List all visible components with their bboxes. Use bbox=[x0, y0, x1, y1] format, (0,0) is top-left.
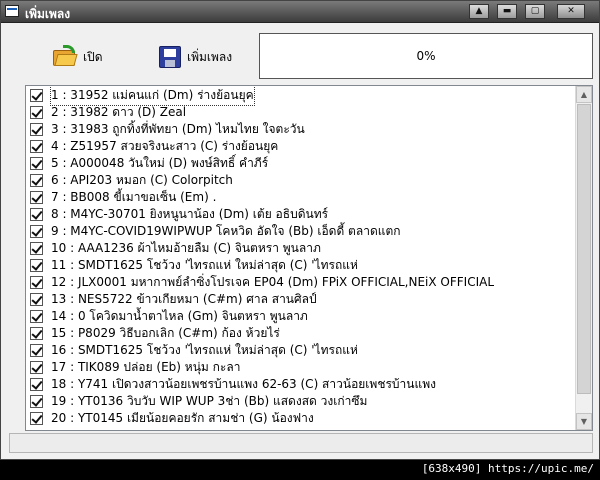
song-checkbox[interactable] bbox=[30, 259, 43, 272]
song-row[interactable]: 15 : P8029 วิธีบอกเลิก (C#m) ก้อง ห้วยไร… bbox=[26, 325, 575, 342]
song-row[interactable]: 5 : A000048 วันใหม่ (D) พงษ์สิทธิ์ คำภีร… bbox=[26, 155, 575, 172]
song-row[interactable]: 4 : Z51957 สวยจริงนะสาว (C) ร่างย้อนยุค bbox=[26, 138, 575, 155]
song-row[interactable]: 11 : SMDT1625 โชว้วง 'ไทรถแห่ ใหม่ล่าสุด… bbox=[26, 257, 575, 274]
floppy-disk-icon bbox=[159, 46, 181, 68]
song-checkbox[interactable] bbox=[30, 378, 43, 391]
add-songs-window: เพิ่มเพลง ▲ ▬ ▢ ✕ เปิด เพิ่มเพลง 0% 1 : … bbox=[0, 0, 600, 460]
song-row[interactable]: 1 : 31952 แม่คนแก่ (Dm) ร่างย้อนยุค bbox=[26, 86, 575, 106]
song-checkbox[interactable] bbox=[30, 191, 43, 204]
song-checkbox[interactable] bbox=[30, 412, 43, 425]
song-row[interactable]: 18 : Y741 เปิดวงสาวน้อยเพชรบ้านแพง 62-63… bbox=[26, 376, 575, 393]
song-row[interactable]: 19 : YT0136 วิบวับ WIP WUP 3ช่า (Bb) แสด… bbox=[26, 393, 575, 410]
song-row[interactable]: 12 : JLX0001 มหากาพย์ลำซิ่งโปรเจค EP04 (… bbox=[26, 274, 575, 291]
song-row[interactable]: 7 : BB008 ขี้เมาขอเซ็น (Em) . bbox=[26, 189, 575, 206]
song-row[interactable]: 20 : YT0145 เมียน้อยคอยรัก สามช่า (G) น้… bbox=[26, 410, 575, 427]
app-icon bbox=[5, 5, 19, 17]
progress-text: 0% bbox=[416, 49, 436, 63]
song-checklist[interactable]: 1 : 31952 แม่คนแก่ (Dm) ร่างย้อนยุค 2 : 3… bbox=[25, 85, 593, 431]
song-row[interactable]: 9 : M4YC-COVID19WIPWUP โคหวิด อัดใจ (Bb)… bbox=[26, 223, 575, 240]
song-row[interactable]: 10 : AAA1236 ผ้าไหมอ้ายลืม (C) จินตหรา พ… bbox=[26, 240, 575, 257]
song-row[interactable]: 16 : SMDT1625 โชว้วง 'ไทรถแห่ ใหม่ล่าสุด… bbox=[26, 342, 575, 359]
add-songs-button-label: เพิ่มเพลง bbox=[187, 49, 233, 64]
song-checkbox[interactable] bbox=[30, 293, 43, 306]
song-row[interactable]: 8 : M4YC-30701 ยิงหนูนาน้อง (Dm) เต้ย อธ… bbox=[26, 206, 575, 223]
song-checkbox[interactable] bbox=[30, 225, 43, 238]
open-button[interactable]: เปิด bbox=[53, 43, 103, 71]
song-checkbox[interactable] bbox=[30, 140, 43, 153]
progress-bar: 0% bbox=[259, 33, 593, 79]
song-checkbox[interactable] bbox=[30, 344, 43, 357]
scroll-down-button[interactable]: ▼ bbox=[576, 413, 592, 430]
maximize-button[interactable]: ▢ bbox=[525, 4, 545, 19]
song-checkbox[interactable] bbox=[30, 208, 43, 221]
close-button[interactable]: ✕ bbox=[557, 4, 585, 19]
song-checkbox[interactable] bbox=[30, 310, 43, 323]
scroll-thumb[interactable] bbox=[577, 104, 591, 394]
open-folder-icon bbox=[53, 45, 78, 67]
up-arrow-button[interactable]: ▲ bbox=[469, 4, 489, 19]
song-checkbox[interactable] bbox=[30, 157, 43, 170]
add-songs-button[interactable]: เพิ่มเพลง bbox=[159, 43, 232, 71]
song-list-rows: 1 : 31952 แม่คนแก่ (Dm) ร่างย้อนยุค 2 : 3… bbox=[26, 86, 575, 430]
song-checkbox[interactable] bbox=[30, 106, 43, 119]
song-checkbox[interactable] bbox=[30, 242, 43, 255]
song-checkbox[interactable] bbox=[30, 361, 43, 374]
song-row[interactable]: 17 : TIK089 ปล่อย (Eb) หนุ่ม กะลา bbox=[26, 359, 575, 376]
open-button-label: เปิด bbox=[83, 49, 103, 64]
watermark-text: [638x490] https://upic.me/ bbox=[421, 462, 594, 475]
song-row[interactable]: 14 : 0 โควิดมาน้ำตาไหล (Gm) จินตหรา พูนล… bbox=[26, 308, 575, 325]
vertical-scrollbar[interactable]: ▲ ▼ bbox=[575, 86, 592, 430]
song-label: 20 : YT0145 เมียน้อยคอยรัก สามช่า (G) น้… bbox=[51, 411, 314, 425]
horizontal-strip bbox=[9, 433, 593, 453]
song-checkbox[interactable] bbox=[30, 327, 43, 340]
song-checkbox[interactable] bbox=[30, 174, 43, 187]
title-bar[interactable]: เพิ่มเพลง ▲ ▬ ▢ ✕ bbox=[1, 1, 599, 23]
song-row[interactable]: 13 : NES5722 ข้าวเกียหมา (C#m) ศาล สานศิ… bbox=[26, 291, 575, 308]
minimize-button[interactable]: ▬ bbox=[497, 4, 517, 19]
song-row[interactable]: 2 : 31982 ดาว (D) Zeal bbox=[26, 104, 575, 121]
scroll-up-button[interactable]: ▲ bbox=[576, 86, 592, 103]
song-checkbox[interactable] bbox=[30, 89, 43, 102]
song-checkbox[interactable] bbox=[30, 123, 43, 136]
song-checkbox[interactable] bbox=[30, 395, 43, 408]
song-checkbox[interactable] bbox=[30, 276, 43, 289]
toolbar: เปิด เพิ่มเพลง 0% bbox=[9, 31, 593, 83]
song-row[interactable]: 3 : 31983 ถูกทิ้งที่พัทยา (Dm) ไหมไทย ใจ… bbox=[26, 121, 575, 138]
window-title: เพิ่มเพลง bbox=[25, 7, 71, 21]
song-row[interactable]: 6 : API203 หมอก (C) Colorpitch bbox=[26, 172, 575, 189]
